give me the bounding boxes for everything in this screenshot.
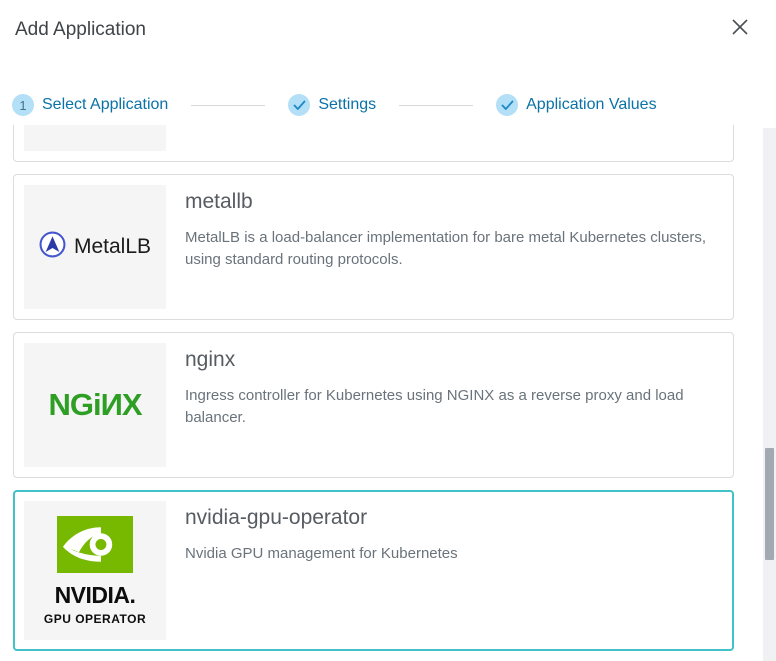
step-label: Application Values: [526, 96, 656, 114]
check-icon: [288, 94, 310, 116]
app-description: Ingress controller for Kubernetes using …: [185, 385, 723, 429]
metallb-logo: MetalLB: [24, 185, 166, 309]
step-label: Select Application: [42, 96, 168, 114]
page-title: Add Application: [15, 19, 146, 41]
app-card-partial[interactable]: [13, 125, 734, 162]
scrollbar-track[interactable]: [763, 128, 776, 661]
step-application-values[interactable]: Application Values: [496, 94, 656, 116]
nvidia-eye-icon: [57, 516, 133, 578]
nvidia-logo-subtext: GPU OPERATOR: [44, 612, 146, 626]
stepper-connector: [399, 105, 473, 106]
app-card-nginx[interactable]: NGiИX nginx Ingress controller for Kuber…: [13, 332, 734, 478]
metallb-arrow-icon: [39, 231, 66, 263]
app-card-metallb[interactable]: MetalLB metallb MetalLB is a load-balanc…: [13, 174, 734, 320]
nvidia-logo-text: NVIDIA.: [55, 582, 136, 609]
nvidia-logo: NVIDIA. GPU OPERATOR: [24, 501, 166, 640]
close-button[interactable]: [729, 17, 751, 39]
step-settings[interactable]: Settings: [288, 94, 376, 116]
wizard-stepper: 1 Select Application Settings Applicatio…: [12, 94, 657, 116]
app-name: nginx: [185, 348, 723, 372]
stepper-connector: [191, 105, 265, 106]
app-description: MetalLB is a load-balancer implementatio…: [185, 227, 723, 271]
app-logo-placeholder: [24, 125, 166, 151]
scrollbar-thumb[interactable]: [765, 448, 774, 560]
app-description: Nvidia GPU management for Kubernetes: [185, 543, 458, 565]
check-icon: [496, 94, 518, 116]
step-select-application[interactable]: 1 Select Application: [12, 94, 168, 116]
step-number-badge: 1: [12, 94, 34, 116]
step-label: Settings: [318, 96, 376, 114]
application-list: MetalLB metallb MetalLB is a load-balanc…: [0, 125, 776, 661]
nginx-logo-text: NGiИX: [48, 387, 141, 423]
app-name: metallb: [185, 190, 723, 214]
nginx-logo: NGiИX: [24, 343, 166, 467]
app-card-nvidia-gpu-operator[interactable]: NVIDIA. GPU OPERATOR nvidia-gpu-operator…: [13, 490, 734, 651]
close-icon: [731, 24, 749, 39]
app-name: nvidia-gpu-operator: [185, 506, 458, 530]
metallb-logo-text: MetalLB: [74, 235, 151, 259]
